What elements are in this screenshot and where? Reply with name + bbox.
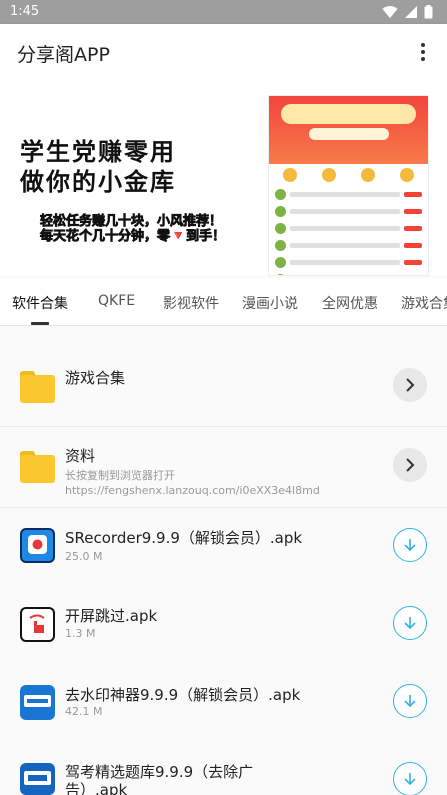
app-bar: 分享阁APP xyxy=(0,24,447,80)
item-title-line-2: 告）.apk xyxy=(65,781,128,795)
download-icon[interactable] xyxy=(393,528,427,562)
battery-icon xyxy=(424,5,433,19)
banner-subline-2: 每天花个几十分钟，零🔻到手！ xyxy=(40,229,226,245)
phone-mockup-badge xyxy=(309,128,389,140)
list-item-file[interactable]: SRecorder9.9.9（解锁会员）.apk 25.0 M xyxy=(0,508,447,587)
download-icon[interactable] xyxy=(393,762,427,795)
tab-software[interactable]: 软件合集 xyxy=(12,293,68,313)
phone-mockup-title-bar xyxy=(281,104,416,124)
item-title: 资料 xyxy=(65,447,96,465)
wifi-icon xyxy=(382,6,398,19)
banner-headline-2: 做你的小金库 xyxy=(20,168,176,196)
item-size: 1.3 M xyxy=(65,627,96,640)
skip-splash-app-icon xyxy=(20,607,55,642)
item-title: 去水印神器9.9.9（解锁会员）.apk xyxy=(65,686,301,704)
item-link: https://fengshenx.lanzouq.com/i0eXX3e4l8… xyxy=(65,484,320,497)
promo-banner[interactable]: 学生党赚零用 做你的小金库 轻松任务赚几十块，小风推荐！ 每天花个几十分钟，零🔻… xyxy=(0,80,447,276)
list-item-folder[interactable]: 资料 长按复制到浏览器打开 https://fengshenx.lanzouq.… xyxy=(0,427,447,507)
tab-games[interactable]: 游戏合集 xyxy=(401,293,447,313)
category-tabs: 软件合集 QKFE 影视软件 漫画小说 全网优惠 游戏合集 xyxy=(0,278,447,326)
folder-icon xyxy=(20,371,55,403)
list-item-file[interactable]: 开屏跳过.apk 1.3 M xyxy=(0,587,447,665)
phone-mockup-row xyxy=(269,220,428,237)
tab-comics[interactable]: 漫画小说 xyxy=(242,293,298,313)
app-title: 分享阁APP xyxy=(17,44,110,66)
signal-icon xyxy=(405,6,417,18)
list-item-file[interactable]: 去水印神器9.9.9（解锁会员）.apk 42.1 M xyxy=(0,665,447,743)
banner-phone-mockup xyxy=(268,95,429,276)
item-size: 42.1 M xyxy=(65,705,103,718)
tab-video[interactable]: 影视软件 xyxy=(163,293,219,313)
item-title: SRecorder9.9.9（解锁会员）.apk xyxy=(65,529,303,547)
phone-mockup-row xyxy=(269,271,428,275)
tab-qkfe[interactable]: QKFE xyxy=(98,293,135,309)
phone-mockup-header xyxy=(269,96,428,164)
phone-mockup-icons xyxy=(269,164,428,186)
phone-mockup-row xyxy=(269,203,428,220)
status-icons xyxy=(382,5,433,19)
list-item-file[interactable]: 驾考精选题库9.9.9（去除广 告）.apk xyxy=(0,743,447,795)
srecorder-app-icon xyxy=(20,528,55,563)
folder-icon xyxy=(20,451,55,483)
phone-mockup-row xyxy=(269,254,428,271)
chevron-right-icon[interactable] xyxy=(393,368,427,402)
phone-mockup-row xyxy=(269,186,428,203)
item-subtitle: 长按复制到浏览器打开 xyxy=(65,469,175,482)
tab-deals[interactable]: 全网优惠 xyxy=(322,293,378,313)
phone-mockup-row xyxy=(269,237,428,254)
chevron-right-icon[interactable] xyxy=(393,448,427,482)
item-title: 游戏合集 xyxy=(65,369,126,387)
banner-text-area: 学生党赚零用 做你的小金库 轻松任务赚几十块，小风推荐！ 每天花个几十分钟，零🔻… xyxy=(0,80,268,276)
status-time: 1:45 xyxy=(10,4,40,19)
more-vert-icon[interactable] xyxy=(407,36,439,68)
item-size: 25.0 M xyxy=(65,550,103,563)
list-item-folder[interactable]: 游戏合集 xyxy=(0,346,447,426)
watermark-remover-app-icon xyxy=(20,685,55,720)
item-title: 开屏跳过.apk xyxy=(65,607,158,625)
driving-test-app-icon xyxy=(20,763,55,795)
tab-indicator xyxy=(31,322,49,325)
download-icon[interactable] xyxy=(393,684,427,718)
download-icon[interactable] xyxy=(393,606,427,640)
status-bar: 1:45 xyxy=(0,0,447,24)
